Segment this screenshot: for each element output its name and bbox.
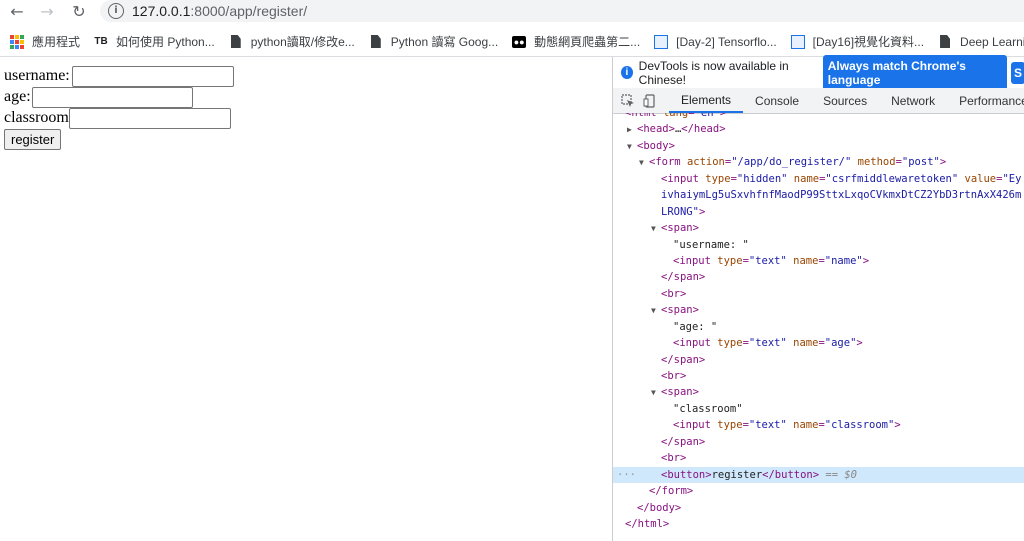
device-toolbar-icon[interactable] xyxy=(643,93,657,108)
dom-line[interactable]: "username: " xyxy=(613,237,1024,253)
medium-icon: ●● xyxy=(512,35,527,48)
expand-triangle-icon[interactable]: ▶ xyxy=(627,122,637,138)
dom-line[interactable]: <input type="text" name="age"> xyxy=(613,335,1024,351)
arrow-left-icon: ← xyxy=(10,1,24,21)
bookmark-item[interactable]: [Day16]視覺化資料... xyxy=(790,33,924,50)
info-icon: i xyxy=(621,66,633,79)
tab-console[interactable]: Console xyxy=(743,88,811,113)
dom-line[interactable]: <br> xyxy=(613,286,1024,302)
username-label: username: xyxy=(4,67,70,84)
dom-line[interactable]: ▼ <span> xyxy=(613,302,1024,318)
collapse-triangle-icon[interactable]: ▼ xyxy=(639,155,649,171)
forward-button[interactable]: → xyxy=(34,0,60,22)
classroom-input[interactable] xyxy=(68,107,231,129)
dom-line[interactable]: <input type="text" name="classroom"> xyxy=(613,417,1024,433)
age-label: age: xyxy=(4,88,31,105)
bookmark-item[interactable]: ●● 動態網頁爬蟲第二... xyxy=(512,33,640,50)
dom-line[interactable]: </form> xyxy=(613,483,1024,499)
bookmark-item[interactable]: [Day-2] Tensorflo... xyxy=(654,34,777,49)
image-icon xyxy=(654,34,669,49)
collapse-triangle-icon[interactable]: ▼ xyxy=(651,385,661,401)
match-language-button[interactable]: Always match Chrome's language xyxy=(822,54,1007,91)
site-info-icon[interactable]: i xyxy=(108,3,124,19)
dom-line[interactable]: </span> xyxy=(613,352,1024,368)
image-icon xyxy=(790,34,805,49)
collapse-triangle-icon[interactable]: ▼ xyxy=(651,303,661,319)
collapse-triangle-icon[interactable]: ▼ xyxy=(651,221,661,237)
dom-line[interactable]: "age: " xyxy=(613,319,1024,335)
bookmark-apps[interactable]: 應用程式 xyxy=(10,33,80,50)
devtools-language-banner: i DevTools is now available in Chinese! … xyxy=(613,54,1024,91)
url-text: 127.0.0.1:8000/app/register/ xyxy=(132,3,308,19)
address-bar[interactable]: i 127.0.0.1:8000/app/register/ xyxy=(100,0,1024,22)
inspect-element-icon[interactable] xyxy=(621,93,635,108)
tab-elements[interactable]: Elements xyxy=(669,88,744,113)
dom-line[interactable]: </html> xyxy=(613,516,1024,532)
dom-tree[interactable]: <html lang="en"> ▶ <head>…</head> ▼ <body>… xyxy=(613,113,1024,541)
dom-line[interactable]: </span> xyxy=(613,269,1024,285)
bookmarks-bar: 應用程式 TB 如何使用 Python... python讀取/修改e... P… xyxy=(0,27,1024,57)
dom-line[interactable]: ▼ <span> xyxy=(613,220,1024,236)
tb-icon: TB xyxy=(94,36,108,47)
register-button[interactable]: register xyxy=(4,129,62,150)
bookmark-item[interactable]: python讀取/修改e... xyxy=(229,33,355,50)
collapse-triangle-icon[interactable]: ▼ xyxy=(627,139,637,155)
banner-text: DevTools is now available in Chinese! xyxy=(638,58,789,87)
dom-line-selected[interactable]: ··· <button>register</button> == $0 xyxy=(613,466,1024,484)
dom-line[interactable]: <br> xyxy=(613,450,1024,466)
reload-icon: ↻ xyxy=(72,1,86,21)
dom-line[interactable]: ▼ <body> xyxy=(613,138,1024,154)
arrow-right-icon: → xyxy=(40,1,54,21)
bookmark-item[interactable]: TB 如何使用 Python... xyxy=(94,33,214,50)
more-actions-icon[interactable]: ··· xyxy=(617,467,636,483)
classroom-label: classroom xyxy=(4,109,69,126)
apps-grid-icon xyxy=(10,34,24,49)
username-input[interactable] xyxy=(71,65,234,87)
dom-line[interactable]: <input type="hidden" name="csrfmiddlewar… xyxy=(613,171,1024,187)
username-row: username: xyxy=(4,65,234,87)
banner-secondary-button[interactable]: S xyxy=(1010,61,1024,84)
dom-line[interactable]: <input type="text" name="name"> xyxy=(613,253,1024,269)
classroom-row: classroom xyxy=(4,107,231,129)
dom-line[interactable]: ▼ <form action="/app/do_register/" method… xyxy=(613,154,1024,170)
age-input[interactable] xyxy=(31,86,193,108)
back-button[interactable]: ← xyxy=(4,0,30,22)
dom-line[interactable]: </body> xyxy=(613,500,1024,516)
dom-line[interactable]: <html lang="en"> xyxy=(613,113,1024,121)
document-icon xyxy=(938,35,952,49)
dom-line[interactable]: ▼ <span> xyxy=(613,384,1024,400)
dom-line[interactable]: <br> xyxy=(613,368,1024,384)
dom-line[interactable]: "classroom" xyxy=(613,401,1024,417)
tab-network[interactable]: Network xyxy=(879,88,947,113)
document-icon xyxy=(369,35,383,49)
dom-line[interactable]: ▶ <head>…</head> xyxy=(613,121,1024,137)
dom-line[interactable]: </span> xyxy=(613,434,1024,450)
devtools-panel: i DevTools is now available in Chinese! … xyxy=(612,54,1024,541)
tab-performance[interactable]: Performance xyxy=(947,88,1024,113)
document-icon xyxy=(229,35,243,49)
page-content: username: age: classroom register xyxy=(0,57,612,541)
age-row: age: xyxy=(4,86,193,108)
dom-line[interactable]: LRONG"> xyxy=(613,204,1024,220)
bookmark-item[interactable]: Deep Learnin xyxy=(938,35,1024,49)
devtools-tabbar: Elements Console Sources Network Perform… xyxy=(613,88,1024,114)
reload-button[interactable]: ↻ xyxy=(66,0,92,22)
tab-sources[interactable]: Sources xyxy=(811,88,879,113)
browser-toolbar: ← → ↻ i 127.0.0.1:8000/app/register/ xyxy=(0,0,1024,27)
bookmark-item[interactable]: Python 讀寫 Goog... xyxy=(369,33,498,50)
dom-line[interactable]: ivhaiymLg5uSxvhfnfMaodP99SttxLxqoCVkmxDt… xyxy=(613,187,1024,203)
